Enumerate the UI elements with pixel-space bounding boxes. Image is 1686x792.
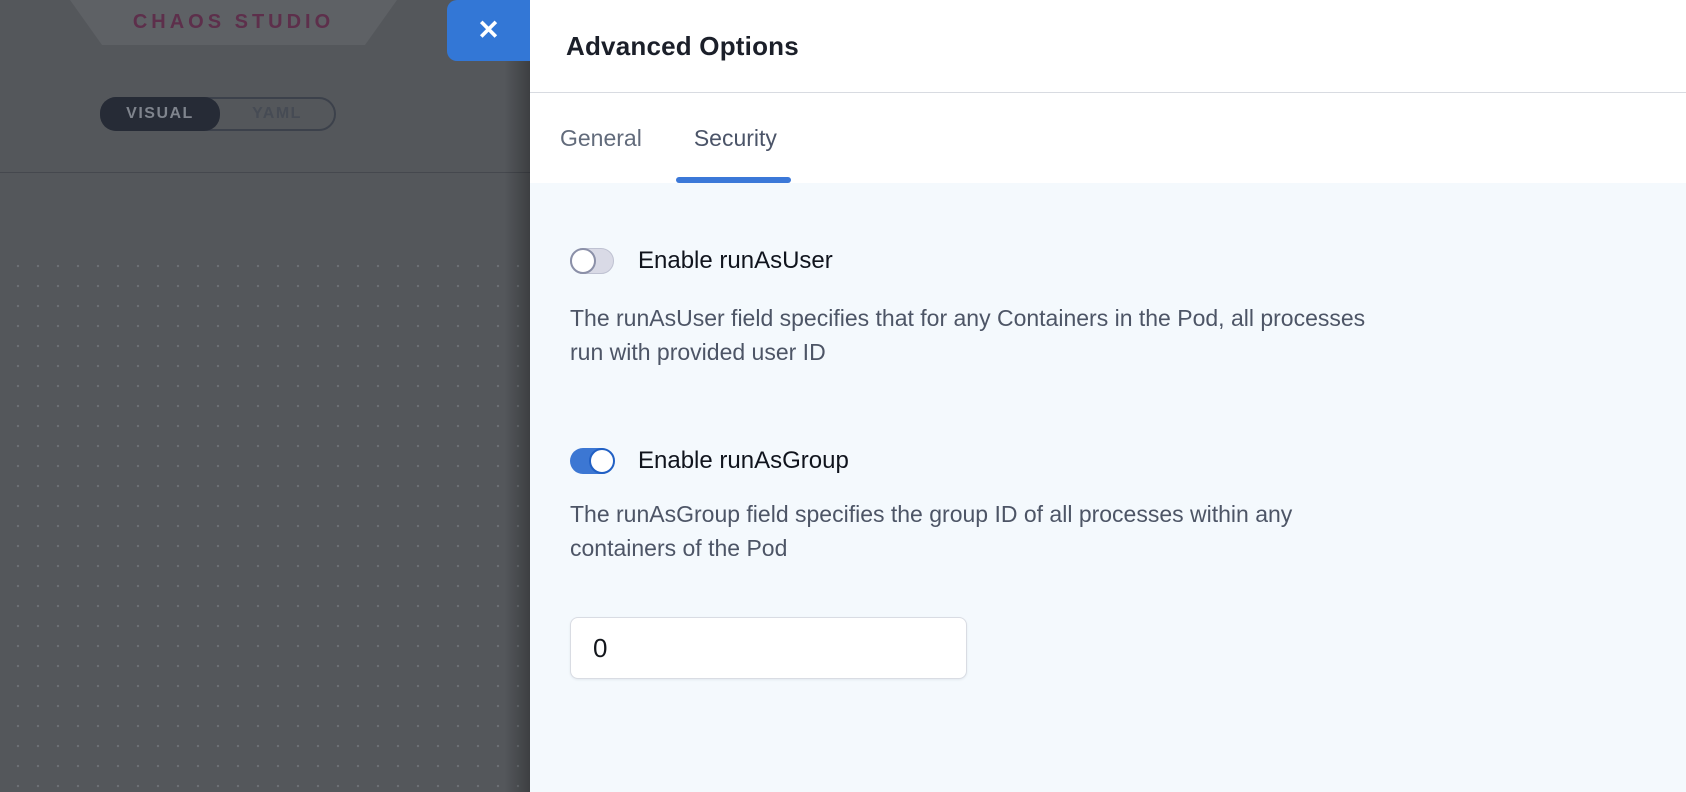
run-as-user-description-line2: run with provided user ID <box>570 335 1570 369</box>
run-as-group-description-line2: containers of the Pod <box>570 531 1570 565</box>
workflow-dot-grid-canvas[interactable] <box>0 252 530 792</box>
run-as-user-description: The runAsUser field specifies that for a… <box>570 301 1570 369</box>
visual-yaml-toggle[interactable]: VISUAL YAML <box>100 97 336 131</box>
run-as-user-toggle[interactable] <box>570 248 614 274</box>
run-as-group-description: The runAsGroup field specifies the group… <box>570 497 1570 565</box>
yaml-tab[interactable]: YAML <box>220 99 334 129</box>
tab-security[interactable]: Security <box>694 93 777 183</box>
chaos-studio-logo-banner: CHAOS STUDIO <box>70 0 397 45</box>
run-as-group-description-line1: The runAsGroup field specifies the group… <box>570 497 1570 531</box>
tab-general[interactable]: General <box>560 93 642 183</box>
run-as-user-row: Enable runAsUser <box>570 247 1646 275</box>
run-as-user-label: Enable runAsUser <box>638 247 833 275</box>
advanced-options-drawer: Advanced Options General Security Enable… <box>530 0 1686 792</box>
close-icon: ✕ <box>477 17 500 44</box>
yaml-tab-label: YAML <box>252 105 302 123</box>
drawer-header: Advanced Options <box>530 0 1686 93</box>
security-tab-panel: Enable runAsUser The runAsUser field spe… <box>530 183 1686 792</box>
run-as-group-toggle[interactable] <box>570 448 614 474</box>
drawer-tab-bar: General Security <box>530 93 1686 183</box>
run-as-group-row: Enable runAsGroup <box>570 447 1646 475</box>
toggle-knob <box>570 248 596 274</box>
chaos-studio-canvas: CHAOS STUDIO VISUAL YAML <box>0 0 530 792</box>
toggle-knob <box>589 448 615 474</box>
drawer-title: Advanced Options <box>566 31 799 62</box>
tab-security-label: Security <box>694 125 777 152</box>
run-as-group-value-input[interactable] <box>570 617 967 679</box>
visual-tab[interactable]: VISUAL <box>100 97 220 131</box>
run-as-group-label: Enable runAsGroup <box>638 447 849 475</box>
canvas-toolbar-divider <box>0 172 530 173</box>
drawer-close-button[interactable]: ✕ <box>447 0 530 61</box>
run-as-user-description-line1: The runAsUser field specifies that for a… <box>570 301 1570 335</box>
visual-tab-label: VISUAL <box>126 105 194 123</box>
chaos-studio-logo-text: CHAOS STUDIO <box>133 11 334 34</box>
tab-active-underline <box>676 177 791 183</box>
tab-general-label: General <box>560 125 642 152</box>
